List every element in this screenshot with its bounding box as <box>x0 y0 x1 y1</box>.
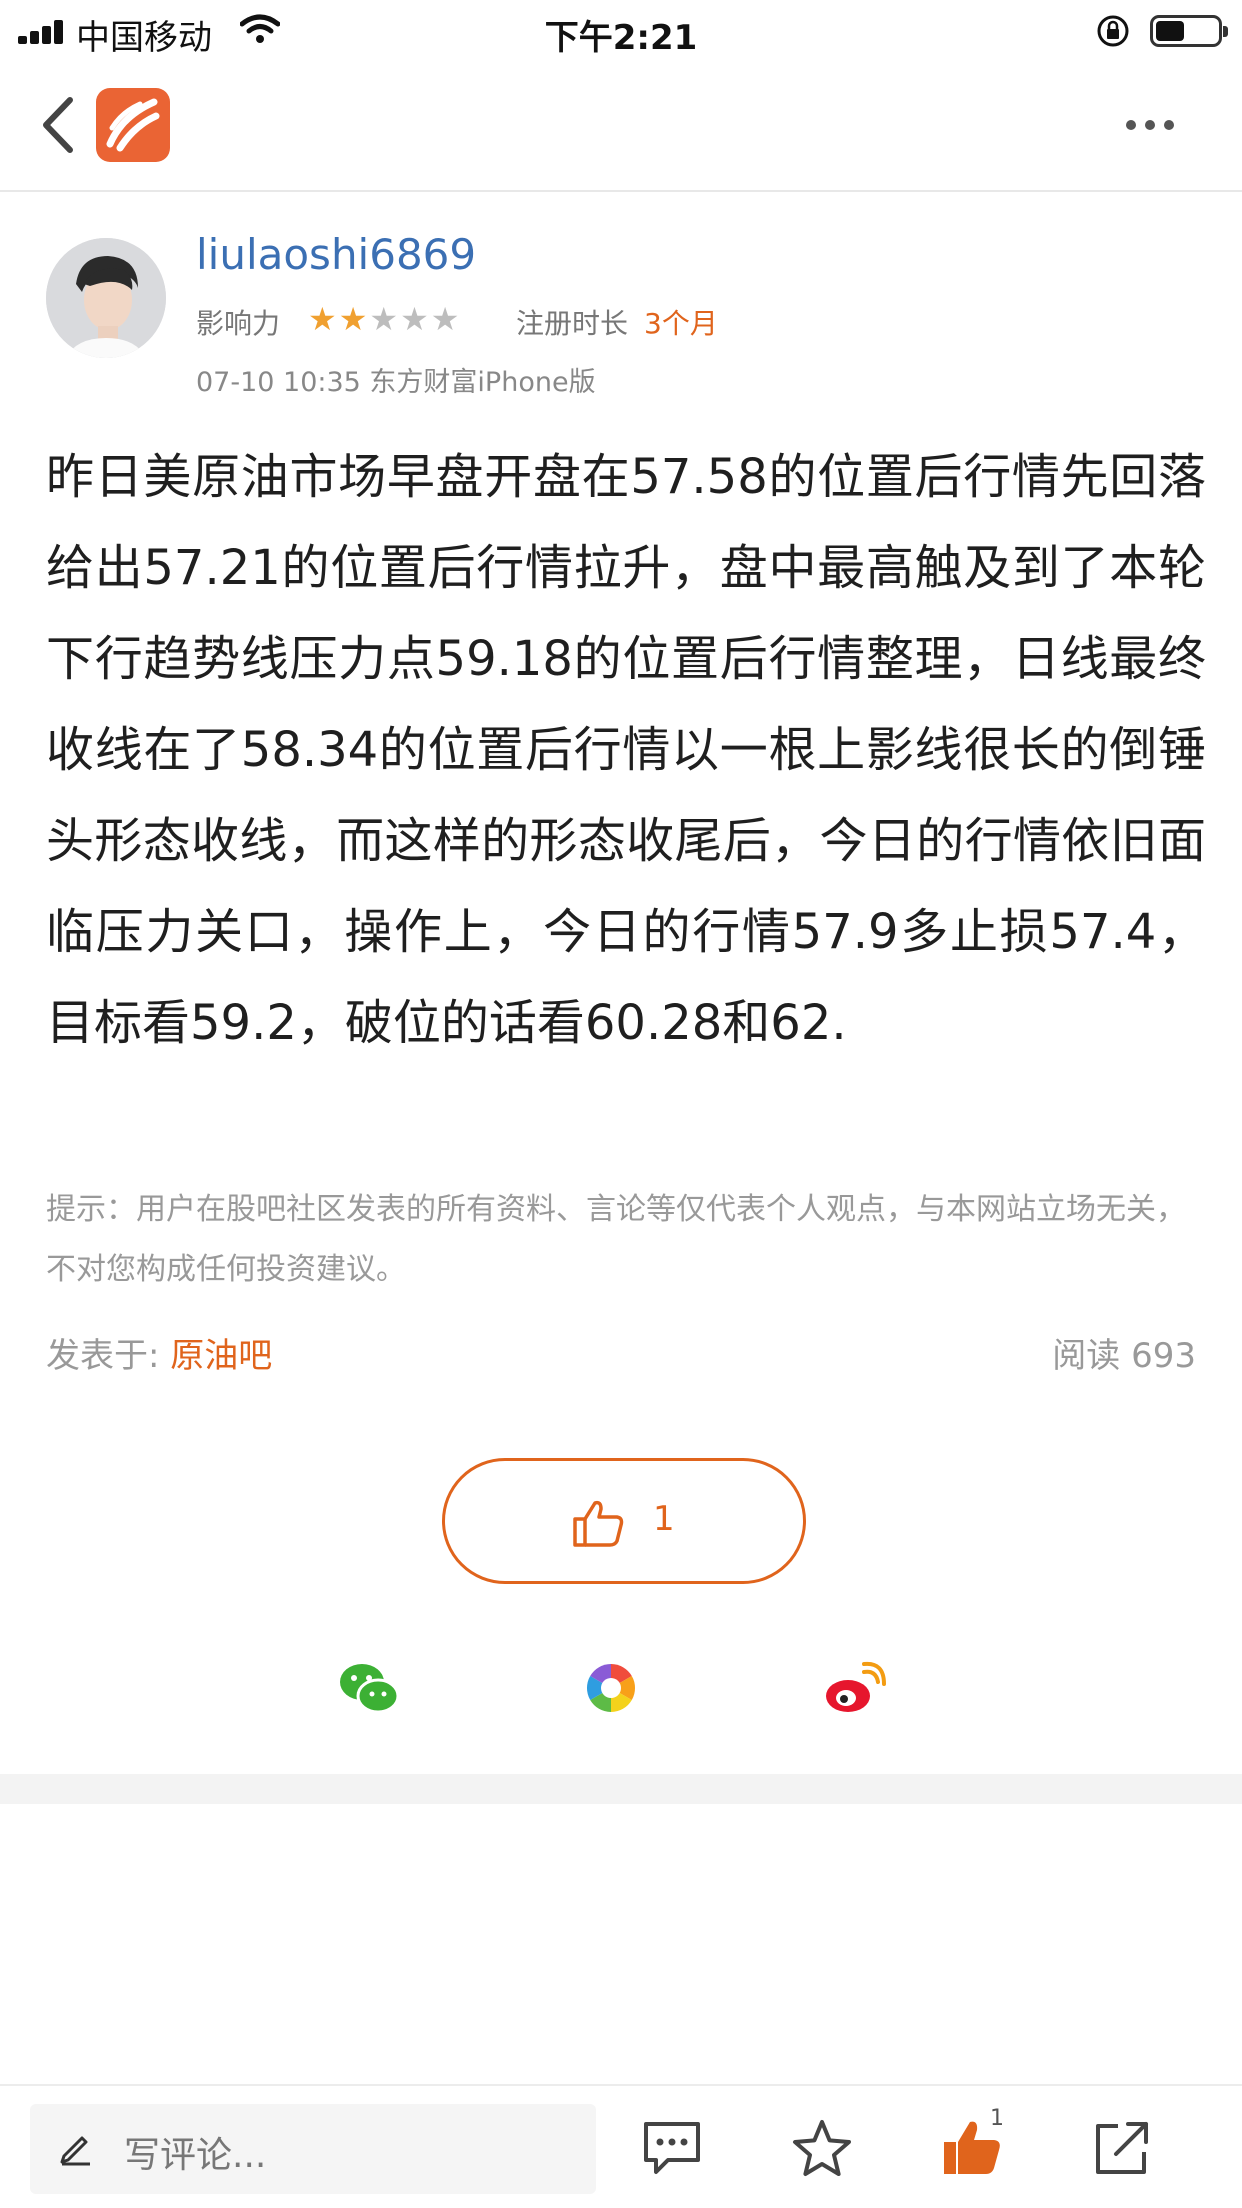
back-icon[interactable] <box>32 90 92 160</box>
like-count: 1 <box>653 1499 675 1539</box>
status-time: 下午2:21 <box>544 18 698 58</box>
pen-icon <box>60 2136 90 2166</box>
avatar[interactable] <box>46 238 166 358</box>
username[interactable]: liulaoshi6869 <box>196 230 476 279</box>
like-button[interactable]: 1 <box>442 1458 806 1584</box>
favorite-star-icon[interactable] <box>790 2118 854 2178</box>
like-badge: 1 <box>990 2106 1004 2131</box>
disclaimer-text: 提示：用户在股吧社区发表的所有资料、言论等仅代表个人观点，与本网站立场无关，不对… <box>46 1192 1186 1287</box>
thumbs-up-icon <box>573 1500 624 1547</box>
registration-label: 注册时长 <box>516 307 629 340</box>
post-timestamp: 07-10 10:35 东方财富iPhone版 <box>196 367 596 398</box>
comment-placeholder: 写评论... <box>124 2135 267 2176</box>
more-icon[interactable] <box>1120 114 1180 134</box>
post-detail-page: 中国移动 下午2:21 liulaoshi6869 影响力 ★★★★★ 注册时长… <box>0 0 1242 2208</box>
posted-in-label: 发表于: <box>46 1336 160 1376</box>
star-filled-icon: ★ <box>308 300 339 338</box>
bottom-toolbar: 写评论... 1 <box>0 2084 1242 2208</box>
post-body: 昨日美原油市场早盘开盘在57.58的位置后行情先回落给出57.21的位置后行情拉… <box>46 449 1206 1051</box>
comments-icon[interactable] <box>640 2118 704 2178</box>
registration-value: 3个月 <box>644 307 718 340</box>
star-empty-icon: ★ <box>369 300 401 338</box>
influence-stars: ★★★★★ <box>308 300 461 338</box>
battery-icon <box>1150 15 1228 47</box>
posted-in: 发表于: 原油吧 <box>46 1328 272 1377</box>
status-bar: 中国移动 下午2:21 <box>0 0 1242 62</box>
nav-bar <box>0 62 1242 192</box>
weibo-icon[interactable] <box>824 1660 886 1716</box>
star-filled-icon: ★ <box>338 300 370 338</box>
wechat-icon[interactable] <box>338 1660 400 1716</box>
read-count: 阅读 693 <box>1052 1336 1196 1376</box>
orientation-lock-icon <box>1097 15 1129 47</box>
section-divider <box>0 1774 1242 1804</box>
star-empty-icon: ★ <box>430 300 462 338</box>
influence-label: 影响力 <box>196 307 281 340</box>
forum-link[interactable]: 原油吧 <box>170 1336 272 1376</box>
app-logo-icon[interactable] <box>96 88 170 162</box>
star-empty-icon: ★ <box>400 300 431 338</box>
comment-input[interactable]: 写评论... <box>30 2104 596 2194</box>
share-icon[interactable] <box>1090 2118 1154 2178</box>
moments-icon[interactable] <box>580 1660 642 1716</box>
